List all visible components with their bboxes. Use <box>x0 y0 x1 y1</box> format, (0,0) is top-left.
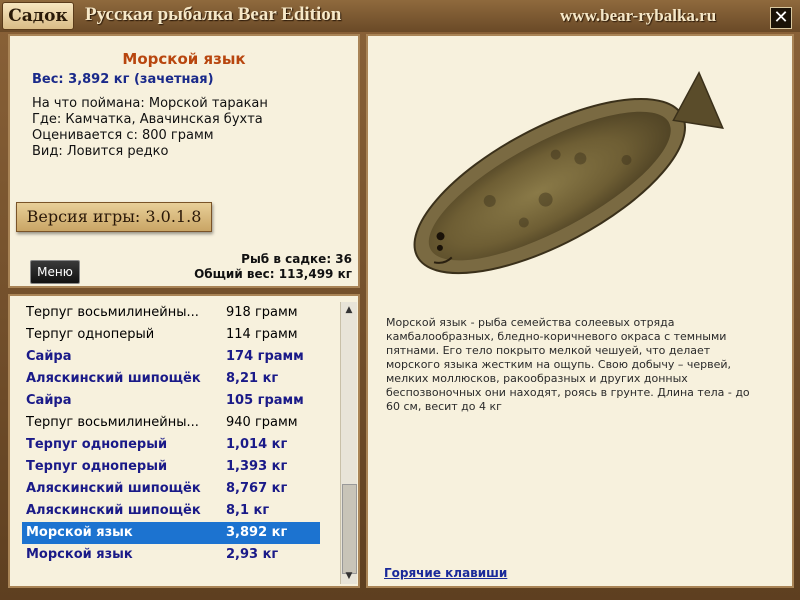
catch-name: Терпуг восьмилинейны... <box>26 415 199 430</box>
catch-weight: 2,93 кг <box>226 547 279 562</box>
window-frame: Садок Русская рыбалка Bear Edition www.b… <box>0 0 800 600</box>
catch-weight: 8,21 кг <box>226 371 279 386</box>
caught-on: На что поймана: Морской таракан <box>32 96 268 111</box>
catch-weight: 8,767 кг <box>226 481 288 496</box>
caught-where: Где: Камчатка, Авачинская бухта <box>32 112 263 127</box>
list-item[interactable]: Терпуг одноперый 114 грамм <box>22 324 320 346</box>
catch-name: Сайра <box>26 349 72 364</box>
catch-name: Морской язык <box>26 547 133 562</box>
catch-weight: 1,014 кг <box>226 437 288 452</box>
catch-name: Аляскинский шипощёк <box>26 371 201 386</box>
list-item[interactable]: Терпуг восьмилинейны... 918 грамм <box>22 302 320 324</box>
list-item[interactable]: Морской язык 3,892 кг <box>22 522 320 544</box>
catch-name: Аляскинский шипощёк <box>26 481 201 496</box>
list-item[interactable]: Аляскинский шипощёк 8,767 кг <box>22 478 320 500</box>
list-item[interactable]: Терпуг одноперый 1,393 кг <box>22 456 320 478</box>
fish-count: Рыб в садке: 36 <box>241 252 352 266</box>
hotkeys-link[interactable]: Горячие клавиши <box>384 566 507 580</box>
fish-info-panel: Морской язык Вес: 3,892 кг (зачетная) На… <box>8 34 360 288</box>
list-item[interactable]: Аляскинский шипощёк 8,21 кг <box>22 368 320 390</box>
fish-image <box>413 70 724 275</box>
list-item[interactable]: Аляскинский шипощёк 8,1 кг <box>22 500 320 522</box>
catch-name: Терпуг восьмилинейны... <box>26 305 199 320</box>
fish-name-title: Морской язык <box>122 50 246 68</box>
list-item[interactable]: Морской язык 2,93 кг <box>22 544 320 566</box>
valued-from: Оценивается с: 800 грамм <box>32 128 214 143</box>
catch-weight: 918 грамм <box>226 305 298 320</box>
scroll-down-icon[interactable]: ▼ <box>341 568 357 584</box>
catch-name: Терпуг одноперый <box>26 327 155 342</box>
list-scrollbar[interactable]: ▲ ▼ <box>340 302 357 584</box>
catch-name: Морской язык <box>26 525 133 540</box>
catch-list-panel: Терпуг восьмилинейны... 918 грамм Терпуг о… <box>8 294 360 588</box>
close-button[interactable]: ✕ <box>770 7 792 29</box>
fish-weight: Вес: 3,892 кг (зачетная) <box>32 72 214 87</box>
title-bar: Садок Русская рыбалка Bear Edition www.b… <box>0 0 800 32</box>
catch-weight: 8,1 кг <box>226 503 270 518</box>
catch-weight: 1,393 кг <box>226 459 288 474</box>
catch-weight: 114 грамм <box>226 327 298 342</box>
catch-weight: 174 грамм <box>226 349 304 364</box>
version-tag: Версия игры: 3.0.1.8 <box>16 202 212 232</box>
list-item[interactable]: Терпуг восьмилинейны... 940 грамм <box>22 412 320 434</box>
catch-name: Аляскинский шипощёк <box>26 503 201 518</box>
app-title: Русская рыбалка Bear Edition <box>85 4 342 25</box>
site-link: www.bear-rybalka.ru <box>560 6 717 25</box>
catch-weight: 105 грамм <box>226 393 304 408</box>
list-item[interactable]: Терпуг одноперый 1,014 кг <box>22 434 320 456</box>
catch-list: Терпуг восьмилинейны... 918 грамм Терпуг о… <box>22 302 320 566</box>
sadok-button[interactable]: Садок <box>2 2 74 30</box>
catch-name: Терпуг одноперый <box>26 459 168 474</box>
catch-weight: 940 грамм <box>226 415 298 430</box>
menu-button[interactable]: Меню <box>30 260 80 284</box>
scroll-thumb[interactable] <box>342 484 357 574</box>
catch-name: Сайра <box>26 393 72 408</box>
total-weight: Общий вес: 113,499 кг <box>194 267 352 281</box>
fish-description: Морской язык - рыба семейства солеевых о… <box>386 316 750 413</box>
list-item[interactable]: Сайра 105 грамм <box>22 390 320 412</box>
scroll-up-icon[interactable]: ▲ <box>341 302 357 318</box>
fish-detail-panel: Морской язык - рыба семейства солеевых о… <box>366 34 794 588</box>
list-item[interactable]: Сайра 174 грамм <box>22 346 320 368</box>
catch-name: Терпуг одноперый <box>26 437 168 452</box>
fish-kind: Вид: Ловится редко <box>32 144 169 159</box>
catch-weight: 3,892 кг <box>226 525 288 540</box>
